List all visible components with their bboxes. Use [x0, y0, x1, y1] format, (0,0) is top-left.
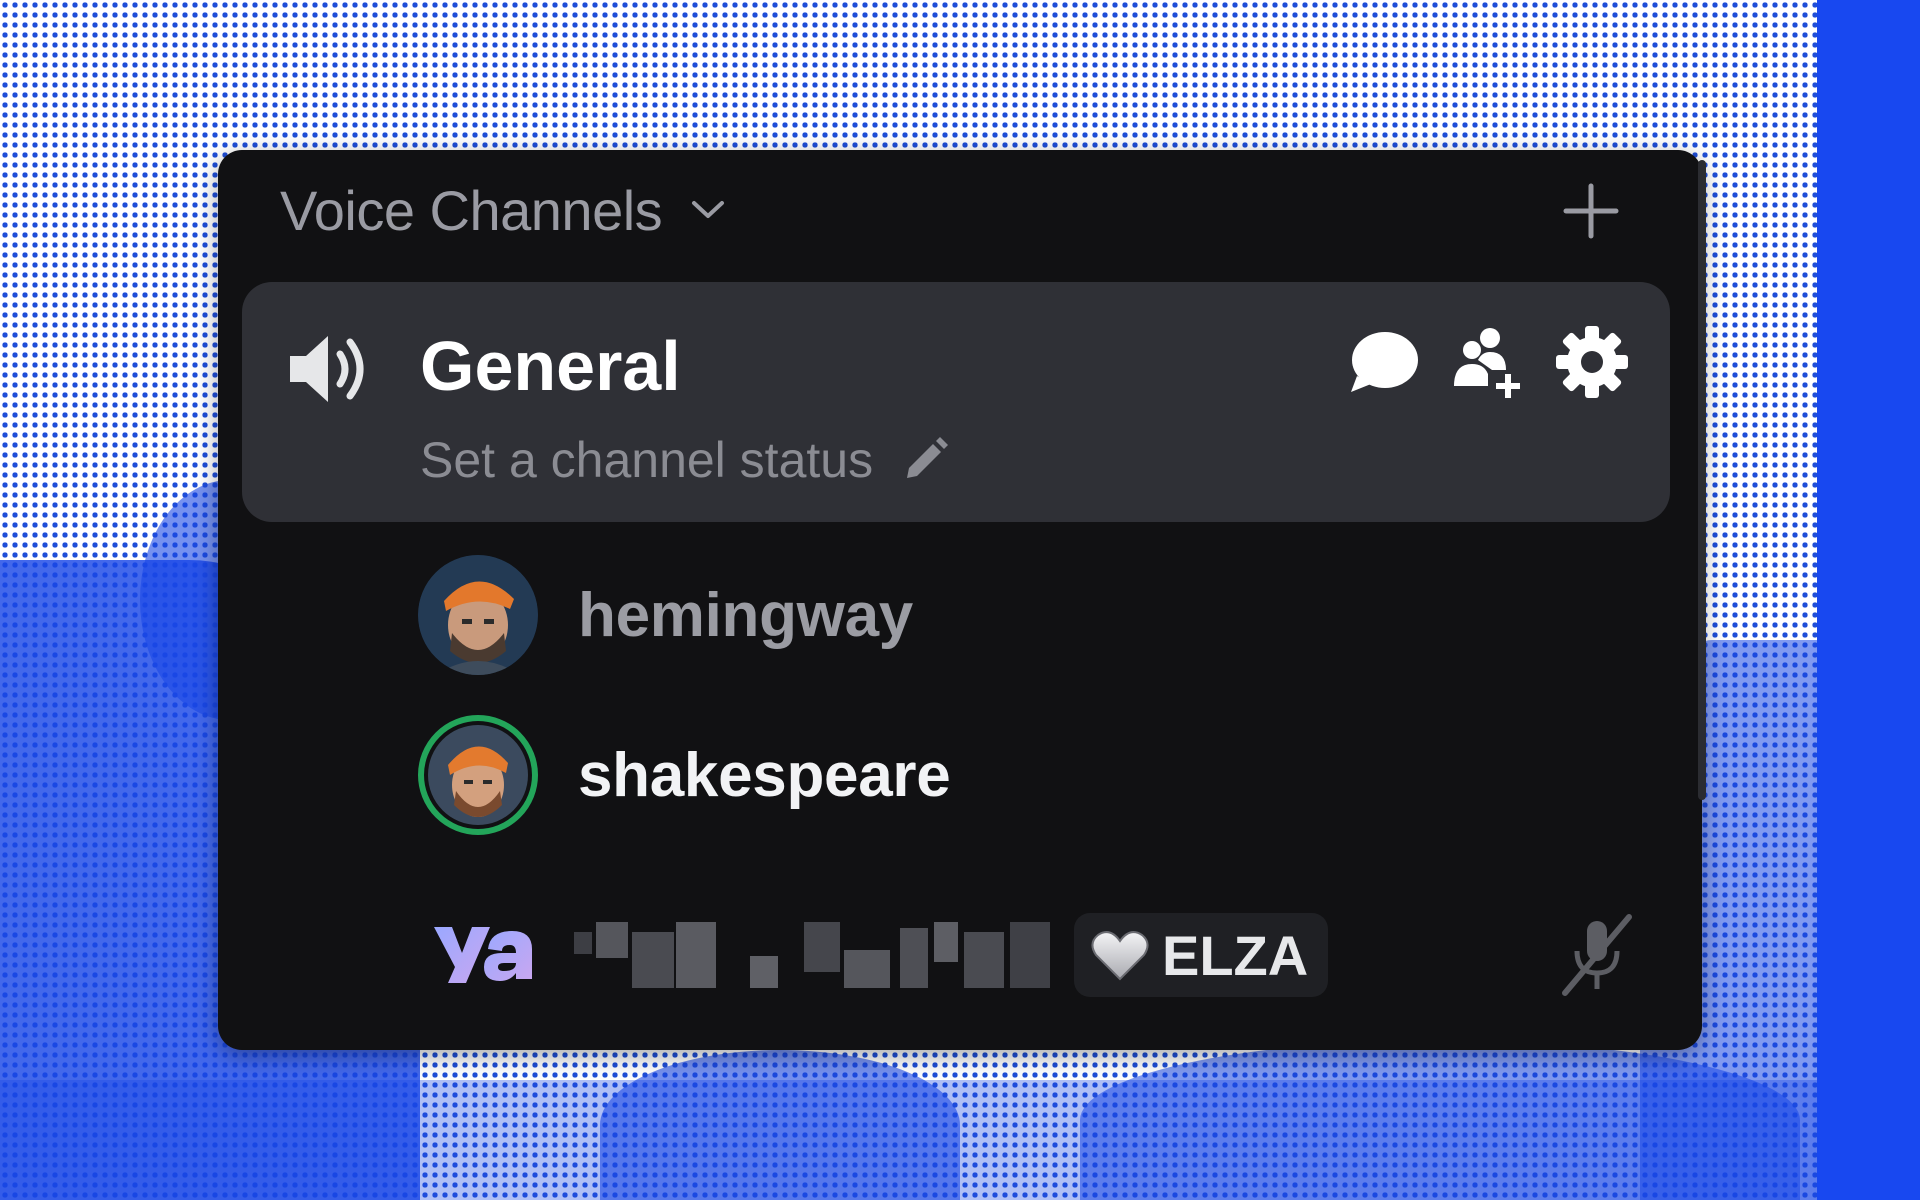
channel-name: General	[420, 327, 681, 405]
channel-status-placeholder: Set a channel status	[420, 432, 874, 488]
category-label: Voice Channels	[280, 178, 663, 242]
invite-button[interactable]	[1448, 324, 1528, 404]
background-band	[1817, 0, 1920, 1200]
muted-mic-icon	[1552, 895, 1642, 1015]
redacted-username	[574, 922, 1052, 988]
gear-icon	[1554, 324, 1630, 404]
open-chat-button[interactable]	[1344, 324, 1424, 404]
voice-member-redacted[interactable]: ELZA	[428, 895, 1628, 1015]
channel-status-field[interactable]: Set a channel status	[420, 428, 951, 492]
avatar-speaking	[418, 715, 538, 835]
create-channel-button[interactable]	[1560, 182, 1622, 244]
background-shape	[600, 1050, 960, 1200]
avatar-ya-logo	[428, 915, 538, 995]
channel-actions	[1344, 324, 1632, 404]
voice-channel-general[interactable]: General Set a channel status	[242, 282, 1670, 522]
pencil-icon	[899, 434, 951, 486]
scrollbar[interactable]	[1698, 160, 1706, 800]
background-shape	[0, 1080, 1920, 1200]
category-header[interactable]: Voice Channels	[280, 178, 728, 242]
invite-member-icon	[1448, 324, 1528, 404]
plus-icon	[1562, 182, 1620, 244]
chat-bubble-icon	[1347, 328, 1421, 400]
voice-member-hemingway[interactable]: hemingway	[418, 550, 913, 680]
guild-tag[interactable]: ELZA	[1074, 913, 1329, 997]
member-name: hemingway	[578, 580, 913, 650]
avatar	[418, 555, 538, 675]
heart-icon	[1090, 927, 1150, 983]
guild-tag-label: ELZA	[1162, 923, 1309, 987]
chevron-down-icon	[688, 190, 728, 230]
voice-member-shakespeare[interactable]: shakespeare	[418, 710, 951, 840]
member-name: shakespeare	[578, 740, 951, 810]
speaker-icon	[284, 322, 378, 416]
voice-channels-panel: Voice Channels General Set a channel sta…	[218, 150, 1702, 1050]
channel-settings-button[interactable]	[1552, 324, 1632, 404]
